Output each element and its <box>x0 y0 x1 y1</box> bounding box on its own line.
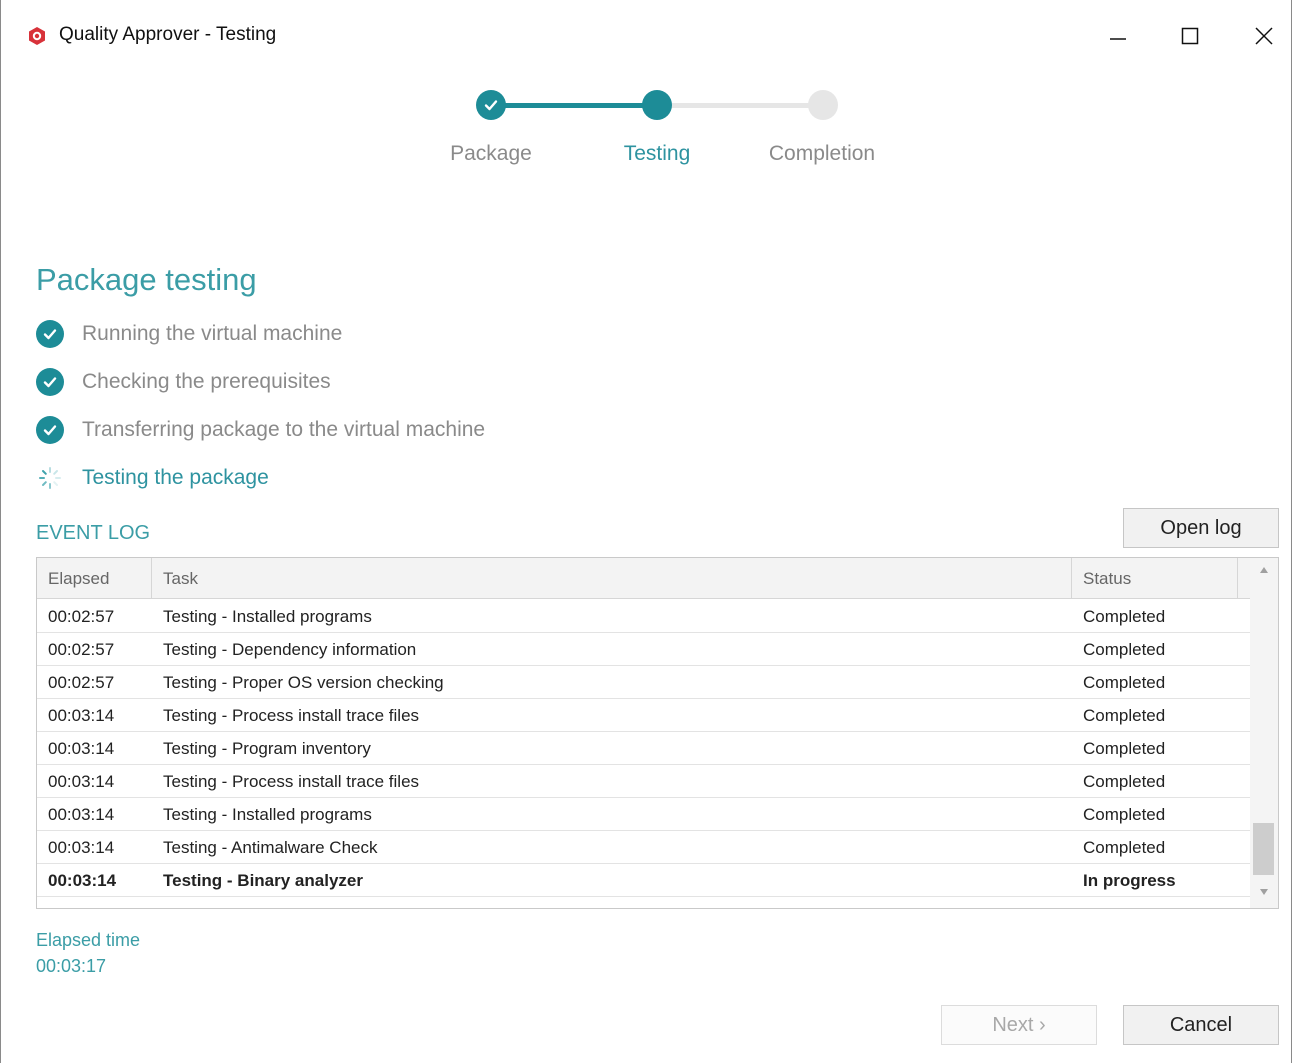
step-dot-testing <box>642 90 672 120</box>
cell-elapsed: 00:03:14 <box>48 837 115 857</box>
cancel-button[interactable]: Cancel <box>1123 1005 1279 1045</box>
checklist-item: Checking the prerequisites <box>36 366 331 398</box>
window-title: Quality Approver - Testing <box>59 24 277 45</box>
cell-status: Completed <box>1083 837 1166 857</box>
cell-status: Completed <box>1083 639 1166 659</box>
scrollbar-thumb[interactable] <box>1253 823 1274 875</box>
maximize-icon <box>1181 27 1199 45</box>
cell-status: In progress <box>1083 870 1176 890</box>
close-icon <box>1255 27 1273 45</box>
step-dot-completion <box>808 90 838 120</box>
minimize-button[interactable] <box>1095 14 1141 58</box>
minimize-icon <box>1110 38 1126 40</box>
cell-elapsed: 00:03:14 <box>48 804 115 824</box>
cell-task: Testing - Program inventory <box>163 738 371 758</box>
table-row[interactable]: 00:03:14 Testing - Program inventory Com… <box>37 732 1250 765</box>
scroll-down-button[interactable] <box>1250 880 1278 904</box>
check-circle-icon <box>36 416 64 444</box>
table-row[interactable]: 00:02:57 Testing - Installed programs Co… <box>37 600 1250 633</box>
table-row[interactable]: 00:02:57 Testing - Proper OS version che… <box>37 666 1250 699</box>
table-row-active[interactable]: 00:03:14 Testing - Binary analyzer In pr… <box>37 864 1250 897</box>
elapsed-time-value: 00:03:17 <box>36 956 107 976</box>
cell-elapsed: 00:02:57 <box>48 606 115 626</box>
cell-task: Testing - Proper OS version checking <box>163 672 444 692</box>
table-row[interactable]: 00:03:14 Testing - Installed programs Co… <box>37 798 1250 831</box>
table-header: Elapsed Task Status <box>37 558 1250 599</box>
column-header-status[interactable]: Status <box>1072 558 1238 599</box>
cell-task: Testing - Installed programs <box>163 804 372 824</box>
scroll-up-icon <box>1260 567 1268 573</box>
cell-status: Completed <box>1083 606 1166 626</box>
cell-task: Testing - Installed programs <box>163 606 372 626</box>
check-circle-icon <box>36 368 64 396</box>
app-logo-icon <box>27 26 47 46</box>
checklist-item-active: Testing the package <box>36 462 269 494</box>
vertical-scrollbar[interactable] <box>1250 558 1278 908</box>
close-button[interactable] <box>1241 14 1287 58</box>
scroll-up-button[interactable] <box>1250 558 1278 582</box>
scroll-down-icon <box>1260 889 1268 895</box>
column-header-task[interactable]: Task <box>152 558 1072 599</box>
event-log-table: Elapsed Task Status 00:02:57 Testing - I… <box>36 557 1279 909</box>
open-log-button[interactable]: Open log <box>1123 508 1279 548</box>
cell-status: Completed <box>1083 771 1166 791</box>
event-log-heading: EVENT LOG <box>36 522 151 544</box>
checklist-item-label: Checking the prerequisites <box>82 370 331 393</box>
cell-task: Testing - Process install trace files <box>163 705 420 725</box>
cell-elapsed: 00:03:14 <box>48 870 117 890</box>
table-row[interactable]: 00:03:14 Testing - Process install trace… <box>37 765 1250 798</box>
column-header-elapsed[interactable]: Elapsed <box>37 558 152 599</box>
cell-task: Testing - Dependency information <box>163 639 417 659</box>
checklist-item-label: Running the virtual machine <box>82 322 343 345</box>
checklist-item: Transferring package to the virtual mach… <box>36 414 485 446</box>
step-label-completion: Completion <box>768 142 876 165</box>
cell-elapsed: 00:03:14 <box>48 738 115 758</box>
step-dot-package <box>476 90 506 120</box>
cell-elapsed: 00:02:57 <box>48 639 115 659</box>
table-row[interactable]: 00:03:14 Testing - Process install trace… <box>37 699 1250 732</box>
check-icon <box>484 100 498 111</box>
cell-elapsed: 00:03:14 <box>48 771 115 791</box>
cell-elapsed: 00:02:57 <box>48 672 115 692</box>
stepper-line-done <box>491 103 657 108</box>
stepper-line-pending <box>657 103 823 108</box>
cell-task: Testing - Antimalware Check <box>163 837 378 857</box>
cell-status: Completed <box>1083 672 1166 692</box>
checklist-item-label: Testing the package <box>82 466 269 489</box>
next-button[interactable]: Next › <box>941 1005 1097 1045</box>
cell-status: Completed <box>1083 738 1166 758</box>
checklist-item: Running the virtual machine <box>36 318 342 350</box>
table-body: 00:02:57 Testing - Installed programs Co… <box>37 600 1250 897</box>
table-row[interactable]: 00:03:14 Testing - Antimalware Check Com… <box>37 831 1250 864</box>
cell-elapsed: 00:03:14 <box>48 705 115 725</box>
cell-task: Testing - Binary analyzer <box>163 870 363 890</box>
quality-approver-window: Quality Approver - Testing Package Testi… <box>0 0 1292 1063</box>
check-circle-icon <box>36 320 64 348</box>
cell-status: Completed <box>1083 705 1166 725</box>
checklist-item-label: Transferring package to the virtual mach… <box>82 418 486 441</box>
table-row[interactable]: 00:02:57 Testing - Dependency informatio… <box>37 633 1250 666</box>
elapsed-time-label: Elapsed time <box>36 930 141 950</box>
spinner-icon <box>36 464 64 492</box>
maximize-button[interactable] <box>1167 14 1213 58</box>
cell-status: Completed <box>1083 804 1166 824</box>
page-title: Package testing <box>36 262 257 297</box>
title-bar: Quality Approver - Testing <box>1 0 1291 72</box>
cell-task: Testing - Process install trace files <box>163 771 420 791</box>
